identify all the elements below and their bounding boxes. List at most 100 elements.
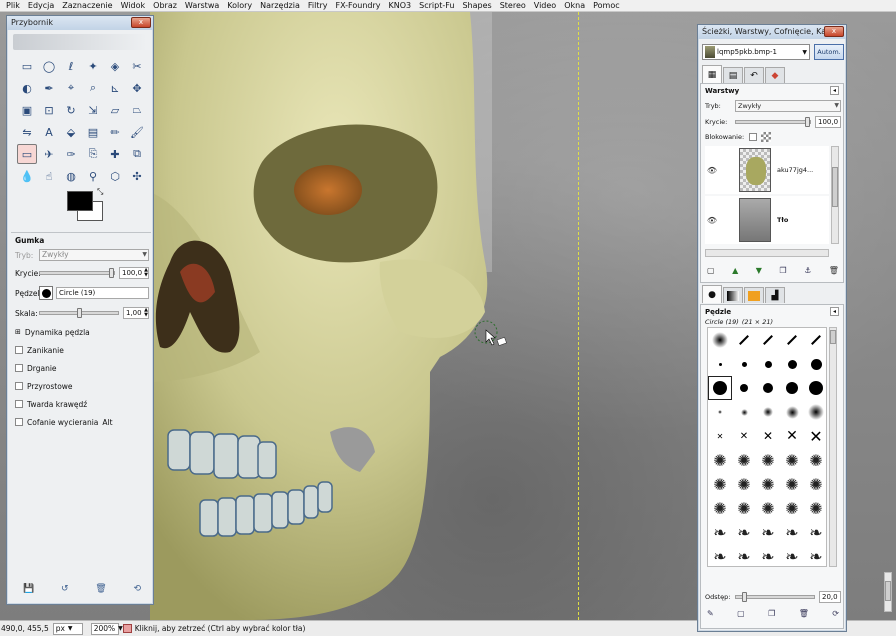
paths-tool-icon[interactable]: ✒ <box>39 78 59 98</box>
delete-brush-icon[interactable]: 🗑 <box>799 609 809 618</box>
option-checkbox[interactable] <box>15 346 23 354</box>
blur-tool-icon[interactable]: 💧 <box>17 166 37 186</box>
brush-item[interactable]: ✺ <box>756 448 780 472</box>
brush-item[interactable]: ✕ <box>732 424 756 448</box>
option-checkbox[interactable] <box>15 382 23 390</box>
layer-mode-select[interactable]: Zwykły ▼ <box>735 100 841 112</box>
refresh-brushes-icon[interactable]: ⟳ <box>832 609 839 618</box>
zoom-select[interactable]: 200% ▼ <box>90 622 123 635</box>
menu-10[interactable]: KNO3 <box>385 0 416 12</box>
dock-titlebar[interactable]: Ścieżki, Warstwy, Cofnięcie, Kana... x <box>698 25 846 39</box>
menu-9[interactable]: FX-Foundry <box>331 0 384 12</box>
opacity-spinner[interactable]: 100,0 ▲ ▼ <box>119 267 149 279</box>
raise-layer-icon[interactable]: ▲ <box>732 266 738 275</box>
menu-7[interactable]: Narzędzia <box>256 0 304 12</box>
brush-item[interactable]: ✺ <box>732 496 756 520</box>
brush-item[interactable]: ✺ <box>780 496 804 520</box>
brush-item[interactable]: ✺ <box>732 448 756 472</box>
brush-item[interactable] <box>732 400 756 424</box>
brush-item[interactable] <box>780 376 804 400</box>
swap-colors-icon[interactable]: ⤡ <box>97 187 103 197</box>
color-picker-tool-icon[interactable]: ⌖ <box>61 78 81 98</box>
save-options-icon[interactable]: 💾 <box>23 584 34 594</box>
brush-item[interactable] <box>780 400 804 424</box>
menu-4[interactable]: Obraz <box>149 0 181 12</box>
canvas-vertical-scrollbar[interactable] <box>884 572 892 612</box>
tab-undo[interactable]: ◆ <box>765 67 785 83</box>
close-button[interactable]: x <box>131 17 151 28</box>
brush-item[interactable]: ❧ <box>804 544 826 566</box>
shear-tool-icon[interactable]: ▱ <box>105 100 125 120</box>
flip-tool-icon[interactable]: ⇋ <box>17 122 37 142</box>
menu-12[interactable]: Shapes <box>458 0 495 12</box>
smudge-finger-tool-icon[interactable]: ⚲ <box>83 166 103 186</box>
crop-tool-icon[interactable]: ⊡ <box>39 100 59 120</box>
brush-item[interactable]: ❧ <box>756 520 780 544</box>
unit-select[interactable]: px ▼ <box>52 622 83 635</box>
layer-row[interactable]: 👁 Tło <box>705 196 829 244</box>
brush-item[interactable]: ✺ <box>804 472 826 496</box>
paintbrush-tool-icon[interactable]: 🖌 <box>127 122 147 142</box>
eye-icon[interactable]: 👁 <box>705 216 719 225</box>
delete-layer-icon[interactable]: 🗑 <box>829 266 839 275</box>
menu-6[interactable]: Kolory <box>223 0 256 12</box>
brush-item[interactable] <box>804 328 826 352</box>
brush-item[interactable] <box>780 352 804 376</box>
brush-item[interactable] <box>756 400 780 424</box>
spacing-spinner[interactable]: 20,0 <box>819 591 841 603</box>
scale-slider[interactable] <box>39 308 119 318</box>
tab-paths[interactable]: ↶ <box>744 67 764 83</box>
edit-brush-icon[interactable]: ✎ <box>707 609 714 618</box>
brush-item[interactable]: ✕ <box>804 424 826 448</box>
perspective-tool-icon[interactable]: ⏢ <box>127 100 147 120</box>
brush-grid[interactable]: ✕ ✕ ✕ ✕ ✕ ✺ ✺ ✺ ✺ ✺ ✺ ✺ ✺ ✺ ✺ ✺ ✺ ✺ ✺ ✺ ❧ ❧ ❧ ❧ ❧ ❧ ❧ ❧ ❧ ❧ <box>707 327 827 567</box>
brush-item[interactable]: ✕ <box>708 424 732 448</box>
option-checkbox[interactable] <box>15 400 23 408</box>
scale-tool-icon[interactable]: ⇲ <box>83 100 103 120</box>
airbrush-tool-icon[interactable]: ✈ <box>39 144 59 164</box>
brush-item[interactable] <box>804 376 826 400</box>
brush-item[interactable]: ✺ <box>780 448 804 472</box>
auto-button[interactable]: Autom. <box>814 44 844 60</box>
layer-opacity-spinner[interactable]: 100,0 <box>815 116 841 128</box>
magnify-tool-icon[interactable]: ✣ <box>127 166 147 186</box>
brush-item[interactable] <box>732 376 756 400</box>
menu-13[interactable]: Stereo <box>496 0 530 12</box>
tab-brushes[interactable]: ● <box>702 285 722 303</box>
by-color-select-tool-icon[interactable]: ◈ <box>105 56 125 76</box>
mode-select[interactable]: Zwykły ▼ <box>39 249 149 261</box>
brush-item[interactable] <box>804 400 826 424</box>
brush-item[interactable]: ❧ <box>780 520 804 544</box>
brush-preview[interactable] <box>39 286 53 300</box>
brush-item[interactable] <box>756 328 780 352</box>
menu-5[interactable]: Warstwa <box>181 0 223 12</box>
brush-item[interactable]: ✺ <box>804 496 826 520</box>
brushes-scrollbar[interactable] <box>829 327 837 567</box>
brush-item[interactable]: ✺ <box>756 496 780 520</box>
layers-hscroll[interactable] <box>705 248 841 258</box>
move-tool-icon[interactable]: ✥ <box>127 78 147 98</box>
brush-item[interactable]: ❧ <box>732 544 756 566</box>
rotate-tool-icon[interactable]: ↻ <box>61 100 81 120</box>
eye-icon[interactable]: 👁 <box>705 166 719 175</box>
free-select-tool-icon[interactable]: ℓ <box>61 56 81 76</box>
menu-8[interactable]: Filtry <box>304 0 332 12</box>
panel-menu-icon[interactable]: ◂ <box>830 86 839 95</box>
lower-layer-icon[interactable]: ▼ <box>756 266 762 275</box>
close-button[interactable]: x <box>824 26 844 37</box>
bucket-fill-tool-icon[interactable]: ⬙ <box>61 122 81 142</box>
tab-channels[interactable]: ▤ <box>723 67 743 83</box>
menu-11[interactable]: Script-Fu <box>415 0 458 12</box>
menu-1[interactable]: Edycja <box>24 0 58 12</box>
smudge-tool-icon[interactable]: ☝ <box>39 166 59 186</box>
expand-icon[interactable]: ⊞ <box>15 328 21 336</box>
brush-item[interactable] <box>756 376 780 400</box>
brush-item[interactable]: ✺ <box>780 472 804 496</box>
brush-item[interactable] <box>708 376 732 400</box>
brush-item[interactable]: ✺ <box>756 472 780 496</box>
brush-item[interactable]: ❧ <box>708 544 732 566</box>
pencil-tool-icon[interactable]: ✏ <box>105 122 125 142</box>
lock-alpha-icon[interactable] <box>761 132 771 142</box>
dodge-burn-tool-icon[interactable]: ◍ <box>61 166 81 186</box>
brush-item[interactable]: ✺ <box>708 448 732 472</box>
